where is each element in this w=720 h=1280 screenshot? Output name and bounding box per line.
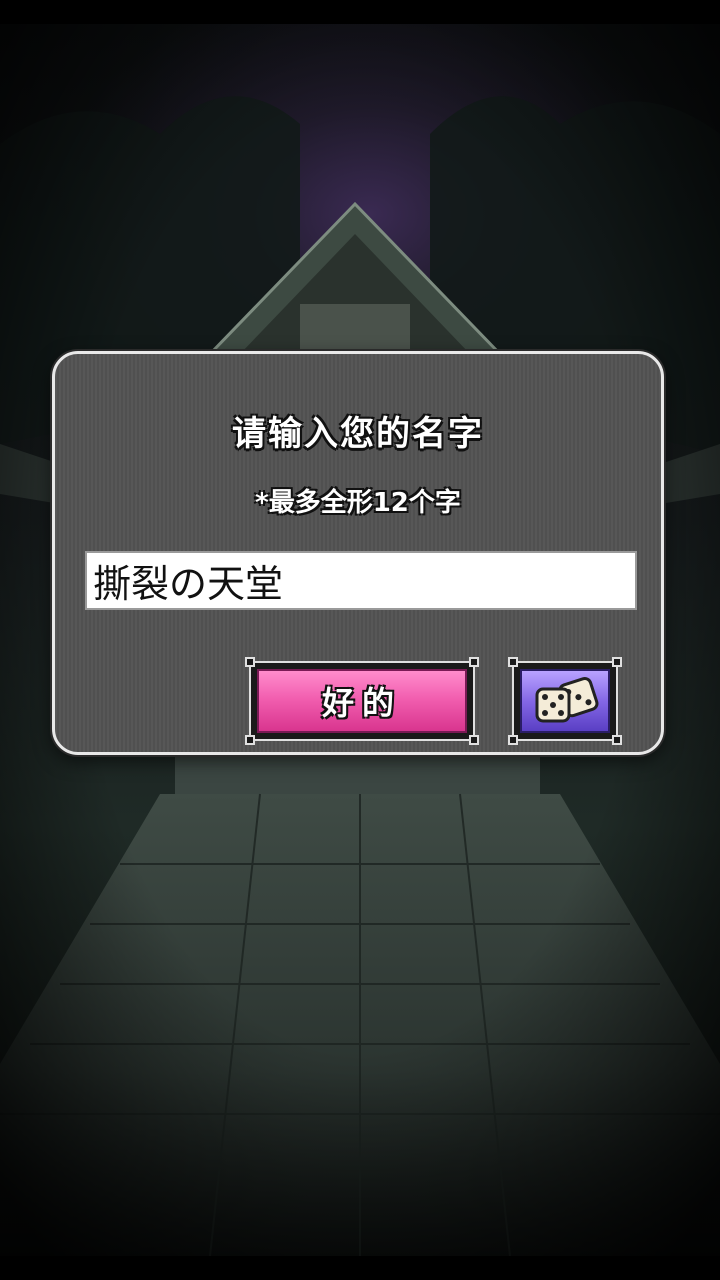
- random-name-button[interactable]: [508, 657, 622, 745]
- button-corner-ornament: [245, 735, 255, 745]
- button-corner-ornament: [508, 657, 518, 667]
- name-input[interactable]: [85, 551, 637, 610]
- button-corner-ornament: [612, 657, 622, 667]
- button-corner-ornament: [469, 735, 479, 745]
- ok-button-face: 好的: [257, 669, 467, 733]
- navigation-bar: [0, 1256, 720, 1280]
- ok-button-label: 好的: [321, 684, 402, 722]
- dice-icon: [535, 676, 599, 723]
- button-corner-ornament: [612, 735, 622, 745]
- dialog-title: 请输入您的名字: [232, 414, 484, 454]
- character-limit-hint: *最多全形12个字: [255, 488, 461, 518]
- button-corner-ornament: [508, 735, 518, 745]
- name-entry-dialog: 请输入您的名字 *最多全形12个字 好的: [52, 351, 664, 755]
- game-screen: 请输入您的名字 *最多全形12个字 好的: [0, 0, 720, 1280]
- ok-button[interactable]: 好的: [245, 657, 479, 745]
- button-corner-ornament: [245, 657, 255, 667]
- random-name-button-face: [520, 669, 610, 733]
- button-corner-ornament: [469, 657, 479, 667]
- status-bar: [0, 0, 720, 24]
